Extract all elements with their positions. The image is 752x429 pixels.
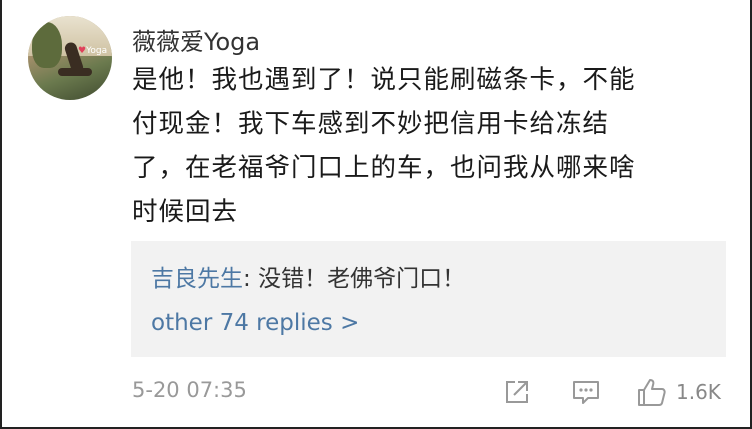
- avatar[interactable]: ♥Yoga: [28, 16, 112, 100]
- comment-body: 是他！我也遇到了！说只能刷磁条卡，不能 付现金！我下车感到不妙把信用卡给冻结 了…: [132, 58, 692, 234]
- thumbs-up-icon: [636, 376, 668, 408]
- share-icon: [502, 377, 532, 407]
- reply-line: 吉良先生: 没错！老佛爷门口！: [151, 259, 465, 293]
- reply-author[interactable]: 吉良先生: [151, 266, 243, 292]
- reply-separator: :: [243, 266, 259, 292]
- username[interactable]: 薇薇爱Yoga: [132, 22, 260, 57]
- comment-button[interactable]: [571, 376, 601, 408]
- like-count: 1.6K: [676, 380, 721, 404]
- comment-icon: [571, 377, 601, 407]
- share-button[interactable]: [502, 376, 532, 408]
- like-button[interactable]: 1.6K: [636, 376, 721, 408]
- more-replies-link[interactable]: other 74 replies >: [151, 310, 359, 336]
- avatar-tag: ♥Yoga: [78, 46, 108, 56]
- comment-card: ♥Yoga 薇薇爱Yoga 是他！我也遇到了！说只能刷磁条卡，不能 付现金！我下…: [0, 0, 752, 429]
- comment-body-line: 了，在老福爷门口上的车，也问我从哪来啥: [132, 153, 636, 183]
- reply-text: 没错！老佛爷门口！: [258, 266, 466, 292]
- comment-body-line: 时候回去: [132, 197, 239, 227]
- avatar-tree: [32, 22, 62, 68]
- comment-body-line: 付现金！我下车感到不妙把信用卡给冻结: [132, 109, 610, 139]
- reply-box[interactable]: 吉良先生: 没错！老佛爷门口！ other 74 replies >: [131, 241, 726, 357]
- timestamp: 5-20 07:35: [132, 378, 247, 402]
- comment-body-line: 是他！我也遇到了！说只能刷磁条卡，不能: [132, 65, 636, 95]
- avatar-figure-base: [58, 68, 92, 76]
